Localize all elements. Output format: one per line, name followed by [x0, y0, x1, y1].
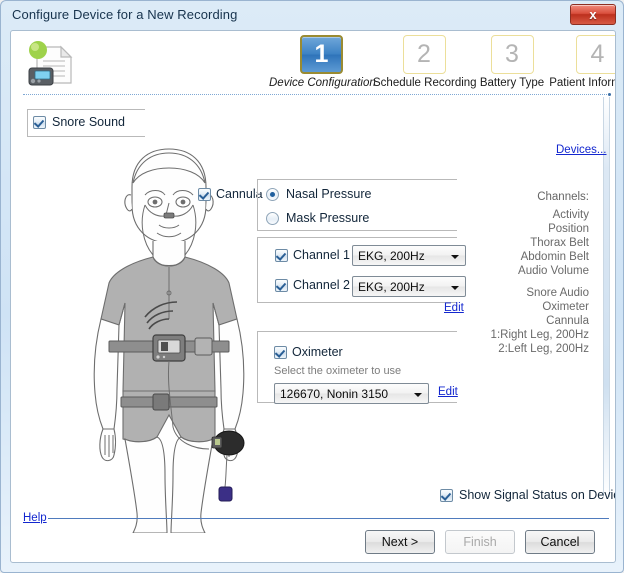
- wizard-step-2[interactable]: 2 Schedule Recording: [373, 35, 477, 89]
- chevron-down-icon: [451, 255, 459, 259]
- header-separator: [23, 93, 611, 96]
- dialog-window: Configure Device for a New Recording x 1…: [0, 0, 624, 573]
- oximeter-select-value: 126670, Nonin 3150: [280, 387, 389, 401]
- channel-2-type-dropdown[interactable]: EKG, 200Hz: [352, 276, 466, 297]
- wizard-step-4-number: 4: [576, 35, 615, 74]
- title-bar: Configure Device for a New Recording x: [1, 1, 623, 30]
- wizard-step-4[interactable]: 4 Patient Information: [549, 35, 615, 89]
- chevron-down-icon: [451, 286, 459, 290]
- wizard-step-3-label: Battery Type: [479, 77, 545, 89]
- channel-readout-item: 1:Right Leg, 200Hz: [490, 329, 589, 341]
- snore-sound-label: Snore Sound: [52, 115, 125, 129]
- next-button[interactable]: Next >: [365, 530, 435, 554]
- application-window: Configure Device for a New Recording x 1…: [0, 0, 624, 573]
- nasal-pressure-label: Nasal Pressure: [286, 187, 372, 201]
- wizard-step-2-label: Schedule Recording: [373, 77, 477, 89]
- nasal-pressure-radio[interactable]: [266, 188, 279, 201]
- channel-1-type-dropdown[interactable]: EKG, 200Hz: [352, 245, 466, 266]
- channel-1-type-value: EKG, 200Hz: [358, 249, 425, 263]
- channels-edit-link[interactable]: Edit: [444, 302, 464, 314]
- channel-readout-item: Oximeter: [542, 301, 589, 313]
- oximeter-hint: Select the oximeter to use: [274, 365, 402, 377]
- oximeter-label: Oximeter: [292, 345, 343, 359]
- channel-1-checkbox[interactable]: [275, 249, 288, 262]
- wizard-step-1[interactable]: 1 Device Configuration: [269, 35, 376, 89]
- wizard-step-3[interactable]: 3 Battery Type: [475, 35, 549, 89]
- channels-readout-title: Channels:: [537, 191, 589, 203]
- channel-readout-item: Snore Audio: [526, 287, 589, 299]
- channel-2-type-value: EKG, 200Hz: [358, 280, 425, 294]
- cannula-label: Cannula: [216, 187, 263, 201]
- channels-readout-group-2: Snore Audio Oximeter Cannula 1:Right Leg…: [491, 286, 589, 356]
- channel-readout-item: Audio Volume: [518, 265, 589, 277]
- oximeter-checkbox[interactable]: [274, 346, 287, 359]
- devices-link[interactable]: Devices...: [556, 144, 607, 156]
- oximeter-edit-link[interactable]: Edit: [438, 386, 458, 398]
- cancel-button[interactable]: Cancel: [525, 530, 595, 554]
- wizard-step-4-label: Patient Information: [549, 77, 615, 89]
- footer-separator: [48, 518, 609, 519]
- wizard-step-2-number: 2: [402, 35, 446, 74]
- channel-1-label: Channel 1: [293, 248, 350, 262]
- wizard-step-3-number: 3: [490, 35, 534, 74]
- channel-readout-item: Abdomin Belt: [520, 251, 589, 263]
- mask-pressure-label: Mask Pressure: [286, 211, 370, 225]
- wizard-step-1-number: 1: [300, 35, 343, 74]
- window-title: Configure Device for a New Recording: [12, 7, 238, 22]
- oximeter-select-dropdown[interactable]: 126670, Nonin 3150: [274, 383, 429, 404]
- chevron-down-icon: [414, 393, 422, 397]
- channel-2-checkbox[interactable]: [275, 279, 288, 292]
- help-link[interactable]: Help: [23, 512, 47, 524]
- show-signal-status-checkbox[interactable]: [440, 489, 453, 502]
- dialog-client-area: 1 Device Configuration 2 Schedule Record…: [10, 30, 616, 563]
- recording-document-icon: [23, 35, 79, 91]
- cannula-checkbox[interactable]: [198, 188, 211, 201]
- patient-figure-illustration: .out { fill:none; stroke:#6e6e6e; stroke…: [69, 143, 269, 534]
- channel-readout-item: Position: [548, 223, 589, 235]
- close-button[interactable]: x: [570, 4, 616, 25]
- mask-pressure-radio[interactable]: [266, 212, 279, 225]
- snore-sound-checkbox[interactable]: [33, 116, 46, 129]
- show-signal-status-label: Show Signal Status on Device: [459, 488, 616, 502]
- channels-readout-group-1: Activity Position Thorax Belt Abdomin Be…: [518, 208, 589, 278]
- channel-readout-item: Cannula: [546, 315, 589, 327]
- right-divider-strip: [603, 97, 610, 497]
- channel-readout-item: Thorax Belt: [530, 237, 589, 249]
- channel-readout-item: 2:Left Leg, 200Hz: [498, 343, 589, 355]
- oximeter-group-mask-top: [258, 332, 456, 344]
- wizard-step-header: 1 Device Configuration 2 Schedule Record…: [11, 31, 615, 96]
- wizard-step-1-label: Device Configuration: [269, 77, 376, 89]
- channel-readout-item: Activity: [552, 209, 589, 221]
- channel-2-label: Channel 2: [293, 278, 350, 292]
- finish-button: Finish: [445, 530, 515, 554]
- wizard-steps: 1 Device Configuration 2 Schedule Record…: [269, 35, 615, 93]
